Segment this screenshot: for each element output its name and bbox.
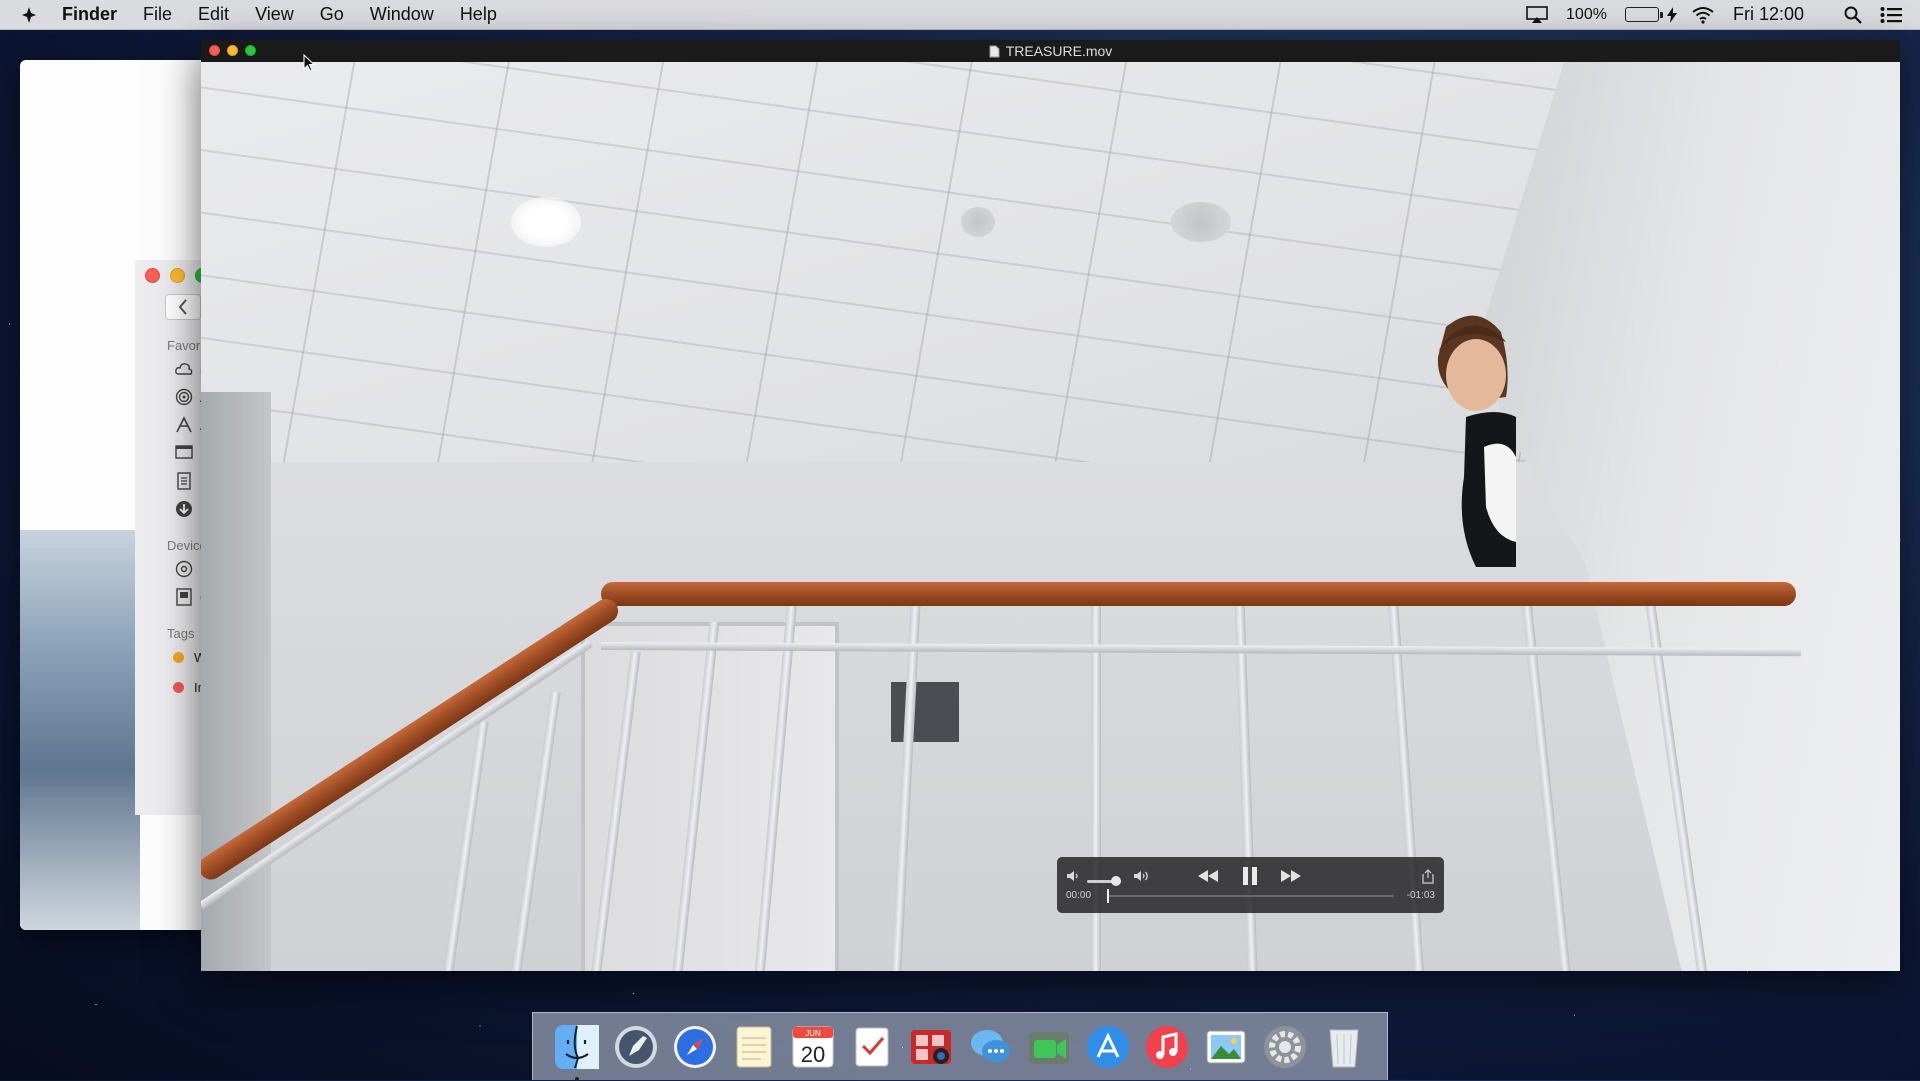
video-ceiling-light xyxy=(511,197,581,247)
launchpad-icon[interactable] xyxy=(611,1022,661,1072)
fast-forward-button[interactable] xyxy=(1278,865,1304,887)
airdrop-icon xyxy=(175,388,193,406)
itunes-icon[interactable] xyxy=(1142,1022,1192,1072)
video-rail-post xyxy=(511,692,561,971)
battery-icon[interactable] xyxy=(1624,7,1663,22)
wifi-icon[interactable] xyxy=(1691,6,1715,24)
photos-icon[interactable] xyxy=(1201,1022,1251,1072)
finder-minimize-button[interactable] xyxy=(170,268,185,283)
video-rail-post xyxy=(891,602,921,971)
player-titlebar[interactable]: TREASURE.mov xyxy=(201,40,1900,62)
volume-high-icon[interactable] xyxy=(1131,867,1153,885)
mouse-cursor-icon xyxy=(303,54,315,72)
tag-color-dot-icon xyxy=(173,652,184,663)
player-title: TREASURE.mov xyxy=(1005,43,1113,59)
finder-preview-image xyxy=(20,530,140,930)
tag-color-dot-icon xyxy=(173,682,184,693)
playback-controls[interactable]: 00:00 -01:03 xyxy=(1057,857,1444,913)
scrubber-playhead[interactable] xyxy=(1107,889,1109,903)
menu-go[interactable]: Go xyxy=(320,4,344,25)
apple-menu-icon[interactable] xyxy=(18,4,40,26)
video-rail-post xyxy=(1388,602,1424,971)
applications-icon xyxy=(175,416,193,434)
fast-forward-icon xyxy=(1281,870,1301,882)
player-minimize-button[interactable] xyxy=(227,45,238,56)
menu-bar: Finder File Edit View Go Window Help 100… xyxy=(0,0,1920,30)
video-frame[interactable]: 00:00 -01:03 xyxy=(201,62,1900,971)
video-smoke-detector xyxy=(961,207,995,237)
video-rail-post xyxy=(1521,602,1571,971)
hard-drive-icon xyxy=(175,588,193,606)
volume-slider-knob[interactable] xyxy=(1110,876,1121,886)
documents-icon xyxy=(175,472,193,490)
battery-percent[interactable]: 100% xyxy=(1566,6,1607,24)
svg-text:20: 20 xyxy=(800,1042,824,1067)
menu-edit[interactable]: Edit xyxy=(198,4,229,25)
rewind-button[interactable] xyxy=(1195,865,1221,887)
safari-icon[interactable] xyxy=(670,1022,720,1072)
notes-icon[interactable] xyxy=(729,1022,779,1072)
player-zoom-button[interactable] xyxy=(245,45,256,56)
player-traffic-lights xyxy=(209,45,256,56)
video-rail-post xyxy=(443,722,489,971)
video-person xyxy=(1437,315,1516,567)
menu-file[interactable]: File xyxy=(143,4,172,25)
menu-app-name[interactable]: Finder xyxy=(62,4,117,25)
elapsed-time: 00:00 xyxy=(1066,890,1092,901)
messages-icon[interactable] xyxy=(965,1022,1015,1072)
video-right-wall xyxy=(1480,62,1900,971)
finder-close-button[interactable] xyxy=(145,268,160,283)
scrubber-track[interactable] xyxy=(1107,895,1394,897)
video-rail-post xyxy=(1234,602,1258,971)
facetime-icon[interactable] xyxy=(1024,1022,1074,1072)
disc-icon xyxy=(175,560,193,578)
share-button[interactable] xyxy=(1419,866,1437,886)
menu-help[interactable]: Help xyxy=(460,4,497,25)
remaining-time: -01:03 xyxy=(1406,890,1435,901)
notification-center-icon[interactable] xyxy=(1880,6,1902,24)
movie-file-icon xyxy=(989,45,1000,57)
svg-text:JUN: JUN xyxy=(805,1029,821,1038)
pause-icon xyxy=(1243,867,1257,885)
player-close-button[interactable] xyxy=(209,45,220,56)
dock: JUN 20 xyxy=(532,1012,1388,1081)
chevron-left-icon xyxy=(178,299,187,315)
cloud-icon xyxy=(175,360,193,378)
clock[interactable]: Fri 12:00 xyxy=(1733,4,1804,25)
downloads-icon xyxy=(175,500,193,518)
photo-booth-icon[interactable] xyxy=(906,1022,956,1072)
menu-view[interactable]: View xyxy=(255,4,294,25)
spotlight-search-icon[interactable] xyxy=(1844,6,1862,24)
trash-icon[interactable] xyxy=(1319,1022,1369,1072)
video-rail-post xyxy=(1091,602,1101,971)
airplay-icon[interactable] xyxy=(1526,5,1548,24)
finder-icon[interactable] xyxy=(552,1022,602,1081)
system-preferences-icon[interactable] xyxy=(1260,1022,1310,1072)
pause-button[interactable] xyxy=(1237,863,1263,889)
rewind-icon xyxy=(1198,870,1218,882)
finder-window[interactable]: Favorites iC Ai Ap De Do Do Devices Re xyxy=(20,60,210,930)
volume-low-icon[interactable] xyxy=(1063,867,1083,885)
calendar-icon[interactable]: JUN 20 xyxy=(788,1022,838,1072)
video-handrail xyxy=(601,582,1796,606)
video-door-sign xyxy=(891,682,959,742)
charging-bolt-icon xyxy=(1666,6,1677,23)
share-icon xyxy=(1422,868,1434,884)
finder-sidebar: Favorites iC Ai Ap De Do Do Devices Re xyxy=(135,260,210,815)
video-ceiling-vent xyxy=(1171,202,1231,242)
menu-window[interactable]: Window xyxy=(370,4,434,25)
desktop-icon xyxy=(175,444,193,462)
sidebar-heading-tags: Tags xyxy=(167,626,195,641)
reminders-icon[interactable] xyxy=(847,1022,897,1072)
quicktime-player-window[interactable]: TREASURE.mov 00:00 -01:03 xyxy=(201,40,1900,971)
finder-back-button[interactable] xyxy=(165,294,201,320)
app-store-icon[interactable] xyxy=(1083,1022,1133,1072)
